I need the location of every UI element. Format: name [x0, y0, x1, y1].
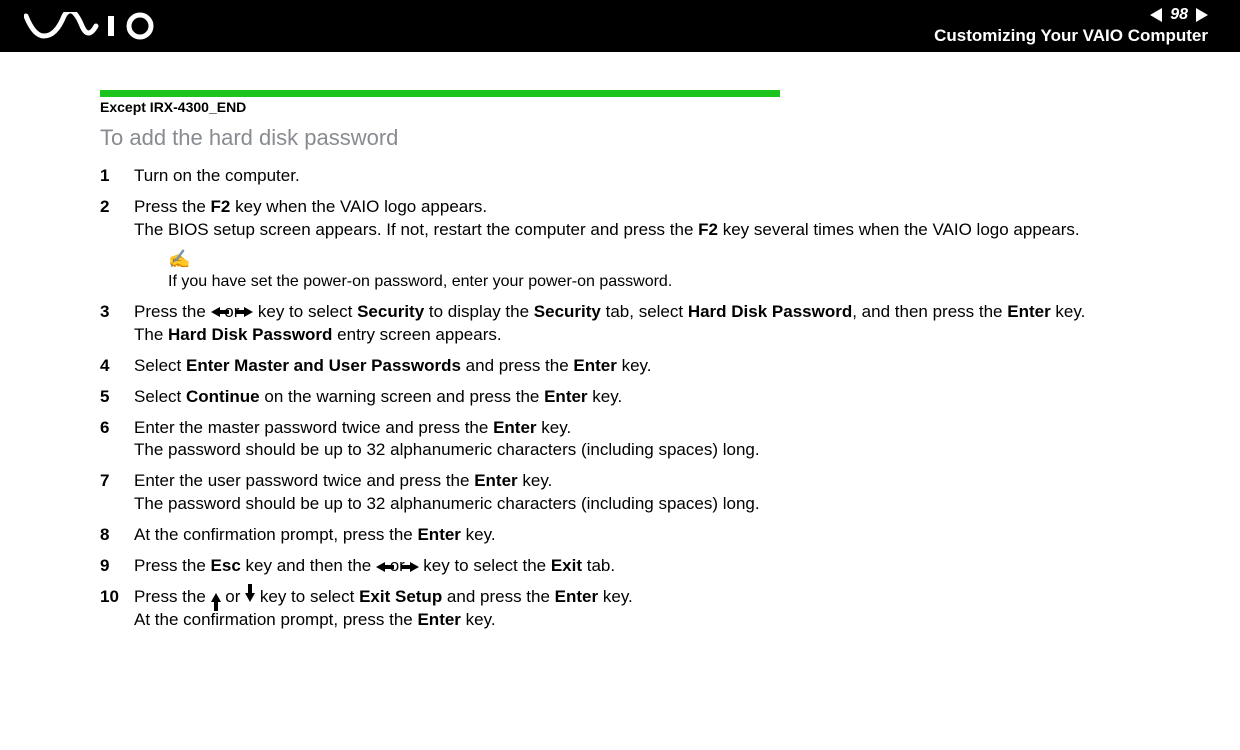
step-8: At the confirmation prompt, press the En…: [100, 524, 1184, 547]
header-bar: 98 Customizing Your VAIO Computer: [0, 0, 1240, 52]
nav-prev-icon[interactable]: [1150, 8, 1162, 22]
page-number: 98: [1170, 5, 1188, 24]
step-7: Enter the user password twice and press …: [100, 470, 1184, 516]
arrow-right-icon: [244, 307, 253, 317]
key-f2: F2: [211, 197, 231, 216]
arrow-down-icon: [245, 593, 255, 602]
step-4: Select Enter Master and User Passwords a…: [100, 355, 1184, 378]
step-9: Press the Esc key and then the or key to…: [100, 555, 1184, 578]
header-right: 98 Customizing Your VAIO Computer: [934, 5, 1220, 47]
step-6: Enter the master password twice and pres…: [100, 417, 1184, 463]
arrow-right-icon: [410, 562, 419, 572]
step-5: Select Continue on the warning screen an…: [100, 386, 1184, 409]
nav-next-icon[interactable]: [1196, 8, 1208, 22]
arrow-left-icon: [376, 562, 385, 572]
pencil-icon: ✍: [168, 250, 1184, 268]
green-divider: [100, 90, 780, 97]
step-10: Press the or key to select Exit Setup an…: [100, 586, 1184, 632]
page-heading: To add the hard disk password: [100, 125, 1184, 151]
step-3: Press the or key to select Security to d…: [100, 301, 1184, 347]
step-1-text: Turn on the computer.: [134, 166, 300, 185]
arrow-up-icon: [211, 593, 221, 602]
arrow-left-icon: [211, 307, 220, 317]
note-block: ✍ If you have set the power-on password,…: [168, 250, 1184, 293]
section-title: Customizing Your VAIO Computer: [934, 26, 1208, 46]
step-2: Press the F2 key when the VAIO logo appe…: [100, 196, 1184, 293]
content-area: Except IRX-4300_END To add the hard disk…: [0, 52, 1240, 632]
steps-list: Turn on the computer. Press the F2 key w…: [100, 165, 1184, 632]
vaio-logo: [24, 12, 164, 40]
except-label: Except IRX-4300_END: [100, 99, 1184, 115]
step-1: Turn on the computer.: [100, 165, 1184, 188]
note-text: If you have set the power-on password, e…: [168, 273, 672, 290]
